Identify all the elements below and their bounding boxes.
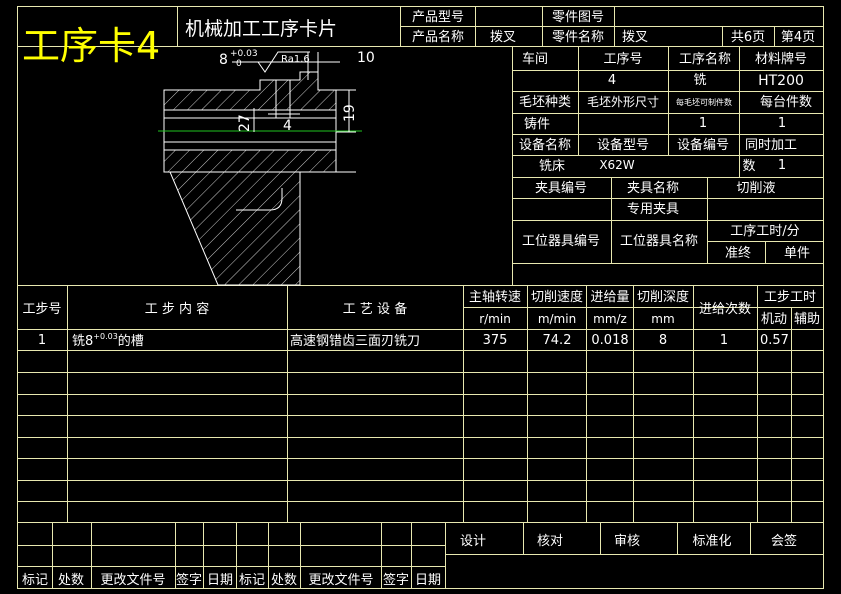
- equip-model-label: 设备型号: [597, 137, 649, 153]
- fixture-no-label: 夹具编号: [535, 181, 587, 196]
- row-spindle: 375: [483, 333, 508, 348]
- rev-mark-label-2: 标记: [239, 573, 265, 588]
- depth-header: 切削深度: [637, 289, 689, 305]
- rev-count-label: 处数: [58, 573, 84, 588]
- card-label: 工序卡4: [22, 24, 160, 68]
- product-model-label: 产品型号: [412, 10, 464, 25]
- speed-unit: m/min: [538, 312, 576, 326]
- step-content-header: 工 步 内 容: [145, 301, 209, 317]
- row-machine-time: 0.57: [760, 333, 789, 348]
- workshop-label: 车间: [522, 51, 548, 67]
- material-label: 材料牌号: [755, 51, 807, 67]
- spindle-unit: r/min: [479, 312, 511, 326]
- part-name-label: 零件名称: [552, 29, 604, 45]
- rev-sign-label-2: 签字: [383, 572, 409, 588]
- equip-no-label: 设备编号: [677, 137, 729, 153]
- process-no-label: 工序号: [603, 52, 642, 67]
- page-number: 第4页: [781, 30, 815, 45]
- fixture-name-label: 夹具名称: [627, 180, 679, 196]
- design-label: 设计: [460, 534, 486, 549]
- per-unit-value: 1: [778, 116, 786, 131]
- equip-name-value: 铣床: [539, 159, 565, 174]
- rev-count-label-2: 处数: [271, 573, 297, 588]
- blank-size-label: 毛坯外形尺寸: [587, 95, 659, 109]
- equip-name-label: 设备名称: [519, 137, 571, 153]
- row-speed: 74.2: [543, 333, 572, 348]
- step-no-header: 工步号: [22, 302, 61, 317]
- countersign-label: 会签: [771, 533, 797, 549]
- page-title: 机械加工工序卡片: [185, 18, 337, 40]
- product-name-value: 拨叉: [490, 30, 516, 45]
- feed-unit: mm/z: [593, 312, 627, 326]
- material-value: HT200: [758, 73, 804, 89]
- process-card-sheet: 8 +0.03 0 Ra1.6 10 19 27 4 工序卡4 机械加工工序卡片…: [0, 0, 841, 594]
- hub-lower-section: [163, 149, 337, 173]
- feed-header: 进给量: [590, 290, 629, 305]
- dim-height: 19: [342, 104, 358, 122]
- roughness-value: Ra1.6: [281, 54, 310, 65]
- rev-doc-label-2: 更改文件号: [308, 573, 373, 588]
- row-passes: 1: [720, 333, 728, 348]
- part-drawing-no-label: 零件图号: [552, 10, 604, 25]
- depth-unit: mm: [651, 312, 674, 326]
- step-time-header: 工步工时: [764, 290, 816, 305]
- row-feed: 0.018: [591, 333, 628, 348]
- dim-tol-upper: +0.03: [230, 49, 258, 59]
- standardize-label: 标准化: [692, 534, 731, 549]
- blank-type-value: 铸件: [524, 116, 550, 132]
- per-unit-label: 每台件数: [760, 94, 812, 110]
- per-blank-value: 1: [699, 116, 707, 131]
- equipment-header: 工 艺 设 备: [343, 301, 407, 317]
- row-equipment: 高速钢错齿三面刃铣刀: [290, 333, 420, 349]
- spindle-header: 主轴转速: [469, 290, 521, 305]
- process-no-value: 4: [608, 73, 616, 88]
- dim-dia: 27: [237, 114, 253, 132]
- simultaneous-count-value: 1: [778, 158, 786, 173]
- dim-tol-lower: 0: [236, 59, 242, 69]
- aux-time-header: 辅助: [794, 312, 820, 327]
- speed-header: 切削速度: [531, 289, 583, 305]
- simultaneous-label: 同时加工: [745, 138, 797, 153]
- per-blank-label: 每毛坯可制件数: [676, 97, 732, 107]
- rev-doc-label: 更改文件号: [100, 573, 165, 588]
- dim-width: 8: [219, 52, 228, 68]
- review-label: 审核: [614, 534, 640, 549]
- part-name-value: 拨叉: [622, 30, 648, 45]
- equip-model-value: X62W: [599, 158, 634, 172]
- rev-date-label: 日期: [207, 573, 233, 588]
- process-time-label: 工序工时/分: [730, 224, 799, 239]
- process-name-value: 铣: [693, 73, 706, 88]
- process-name-label: 工序名称: [679, 51, 731, 67]
- blank-type-label: 毛坯种类: [519, 95, 571, 110]
- simultaneous-count-label: 数: [742, 159, 755, 174]
- station-tool-no-label: 工位器具编号: [522, 234, 600, 249]
- coolant-label: 切削液: [736, 181, 775, 196]
- row-depth: 8: [659, 333, 667, 348]
- fixture-name-value: 专用夹具: [627, 202, 679, 217]
- dim-right: 10: [357, 50, 375, 66]
- prep-label: 准终: [725, 245, 751, 261]
- product-name-label: 产品名称: [412, 29, 464, 45]
- rev-sign-label: 签字: [176, 572, 202, 588]
- machine-time-header: 机动: [761, 312, 787, 327]
- dim-small: 4: [283, 118, 292, 134]
- station-tool-name-label: 工位器具名称: [620, 233, 698, 249]
- check-label: 核对: [537, 534, 563, 549]
- total-pages: 共6页: [731, 30, 765, 45]
- rev-date-label-2: 日期: [415, 573, 441, 588]
- rev-mark-label: 标记: [22, 573, 48, 588]
- unit-label: 单件: [784, 246, 810, 261]
- passes-header: 进给次数: [699, 301, 751, 317]
- row-step-no: 1: [38, 333, 46, 348]
